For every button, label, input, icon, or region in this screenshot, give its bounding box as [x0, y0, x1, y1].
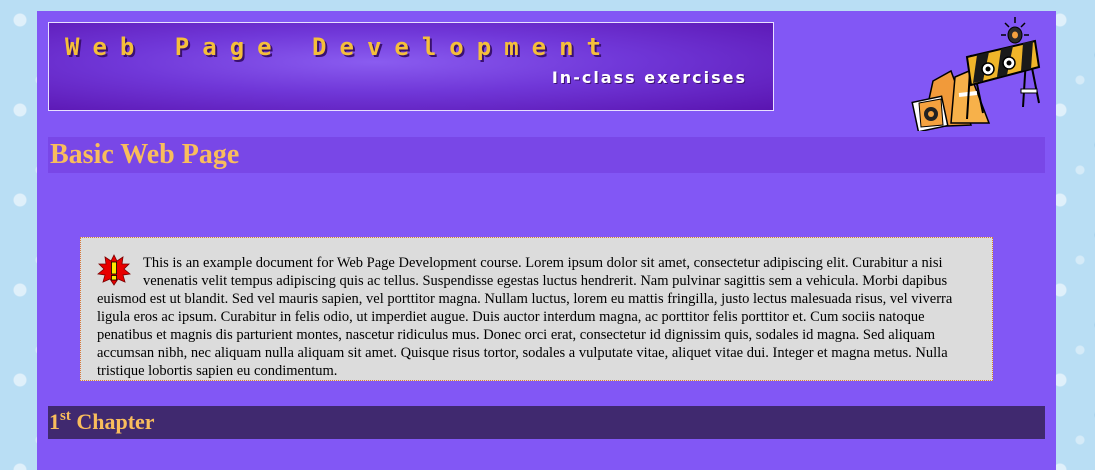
- banner-title: Web Page Development: [65, 33, 614, 61]
- page-title-bar: Basic Web Page: [48, 137, 1045, 173]
- exclamation-icon: [97, 254, 131, 286]
- construction-barrier-icon: [911, 17, 1041, 131]
- header-banner: Web Page Development In-class exercises: [48, 22, 774, 111]
- chapter-label: Chapter: [76, 409, 155, 434]
- page-content: Web Page Development In-class exercises: [37, 11, 1056, 470]
- chapter-number: 1: [49, 409, 60, 434]
- notice-box: This is an example document for Web Page…: [80, 237, 993, 381]
- chapter-ordinal-suffix: st: [60, 408, 71, 424]
- banner-subtitle: In-class exercises: [551, 68, 747, 87]
- chapter-heading-bar: 1st Chapter: [48, 406, 1045, 439]
- chapter-heading: 1st Chapter: [49, 409, 155, 435]
- page-title: Basic Web Page: [50, 139, 240, 170]
- notice-text: This is an example document for Web Page…: [97, 255, 953, 379]
